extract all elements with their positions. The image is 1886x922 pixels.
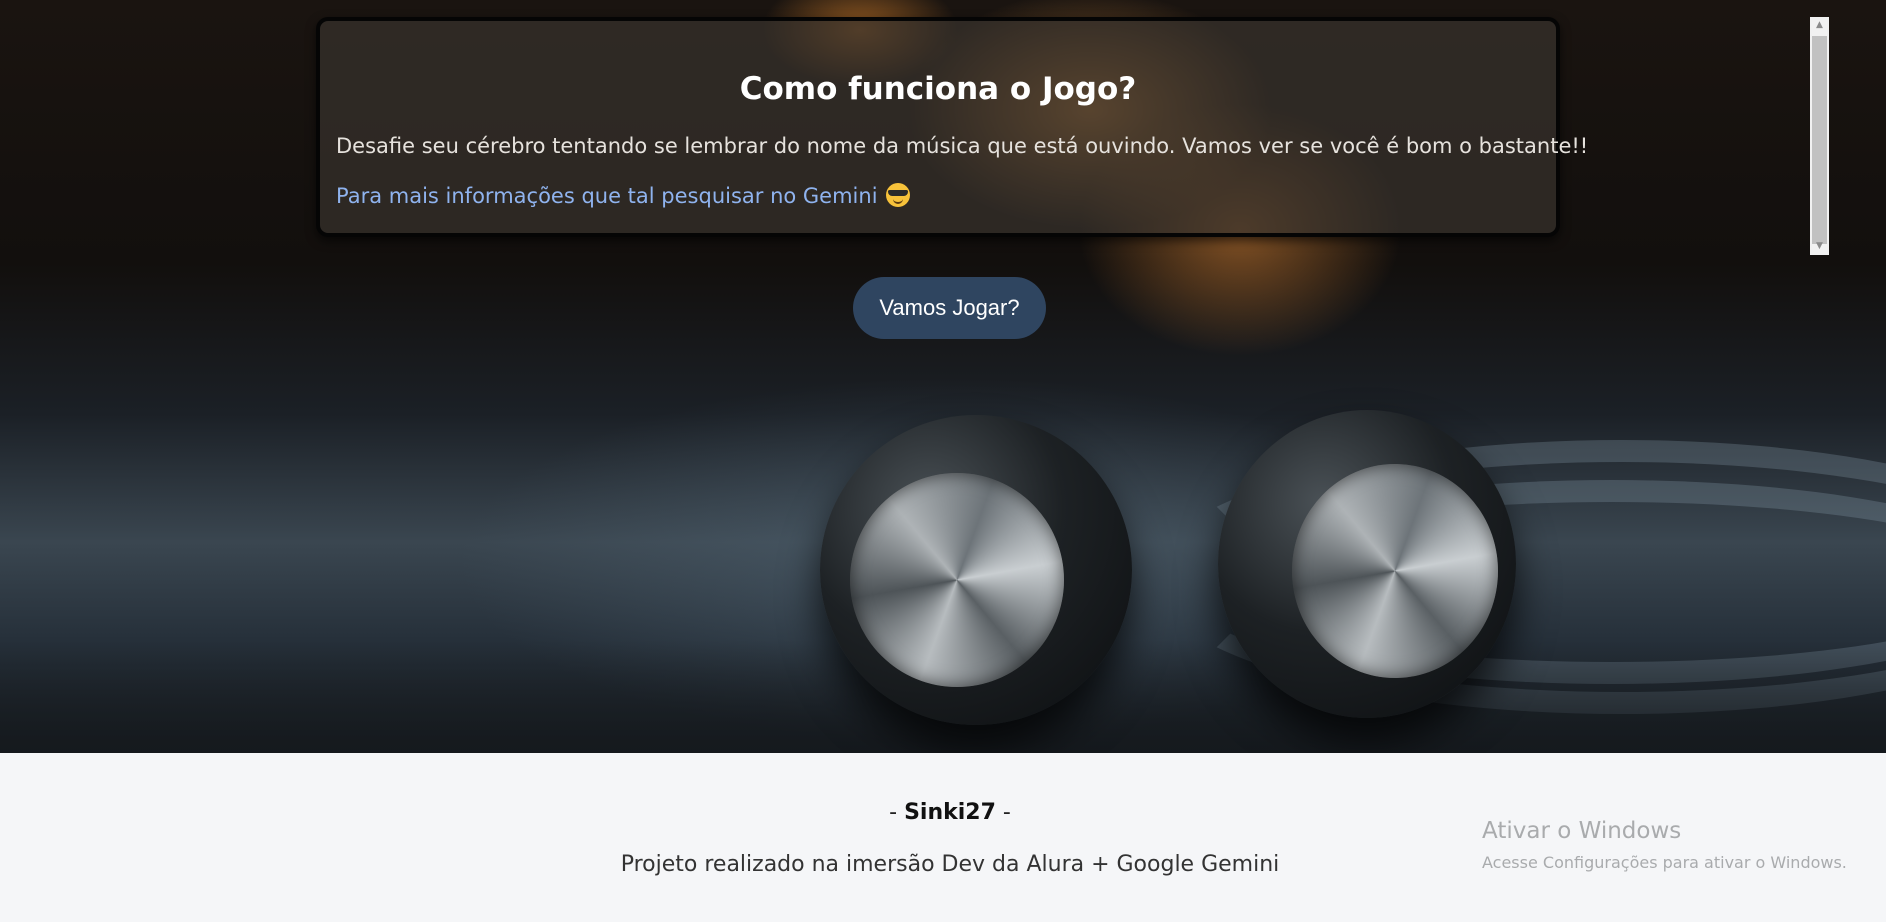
scroll-up-arrow-icon[interactable]: ▲ (1810, 17, 1829, 34)
play-button[interactable]: Vamos Jogar? (853, 277, 1046, 339)
earbud-left (820, 415, 1132, 725)
earbud-right-cap (1292, 464, 1498, 678)
earbud-left-cap (850, 473, 1064, 687)
scroll-down-arrow-icon[interactable]: ▼ (1810, 238, 1829, 255)
author-suffix: - (995, 800, 1011, 825)
how-to-play-panel: Como funciona o Jogo? Desafie seu cérebr… (316, 17, 1589, 237)
gemini-link[interactable]: Para mais informações que tal pesquisar … (336, 184, 878, 208)
panel-title: Como funciona o Jogo? (739, 71, 1137, 107)
panel-description: Desafie seu cérebro tentando se lembrar … (336, 134, 1589, 158)
author-name: Sinki27 (904, 800, 996, 825)
panel-scrollbar[interactable]: ▲ ▼ (1810, 17, 1829, 255)
windows-activation-subtitle: Acesse Configurações para ativar o Windo… (1482, 853, 1847, 872)
scroll-thumb[interactable] (1812, 36, 1827, 244)
author-prefix: - (889, 800, 905, 825)
earbud-right (1218, 410, 1516, 718)
windows-activation-title: Ativar o Windows (1482, 818, 1682, 844)
smiling-face-with-sunglasses-icon (885, 183, 910, 207)
gemini-link-line: Para mais informações que tal pesquisar … (336, 181, 1540, 211)
